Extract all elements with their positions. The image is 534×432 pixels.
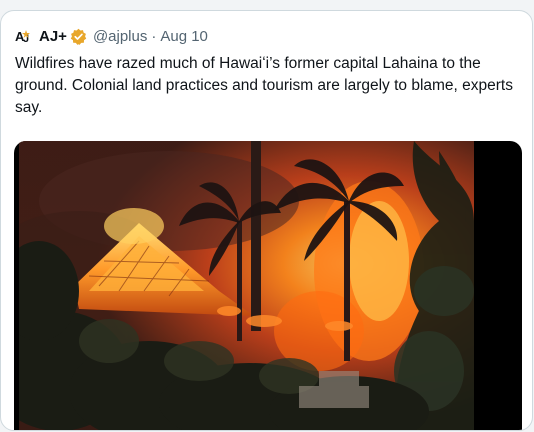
tweet-card[interactable]: A J AJ+ @ajplus · Aug 10 Wildfires have …: [0, 10, 533, 431]
verified-badge-icon: [70, 28, 87, 45]
separator-dot: ·: [151, 27, 157, 45]
author-display-name[interactable]: AJ+: [39, 28, 67, 45]
tweet-date[interactable]: Aug 10: [160, 28, 208, 45]
tweet-text: Wildfires have razed much of Hawaiʻi’s f…: [15, 55, 513, 116]
tweet-media[interactable]: [14, 141, 522, 431]
aj-plus-logo-icon[interactable]: A J: [15, 27, 33, 45]
author-handle[interactable]: @ajplus: [93, 28, 147, 45]
wildfire-photo[interactable]: [19, 141, 474, 431]
tweet-header: A J AJ+ @ajplus · Aug 10: [15, 25, 208, 47]
